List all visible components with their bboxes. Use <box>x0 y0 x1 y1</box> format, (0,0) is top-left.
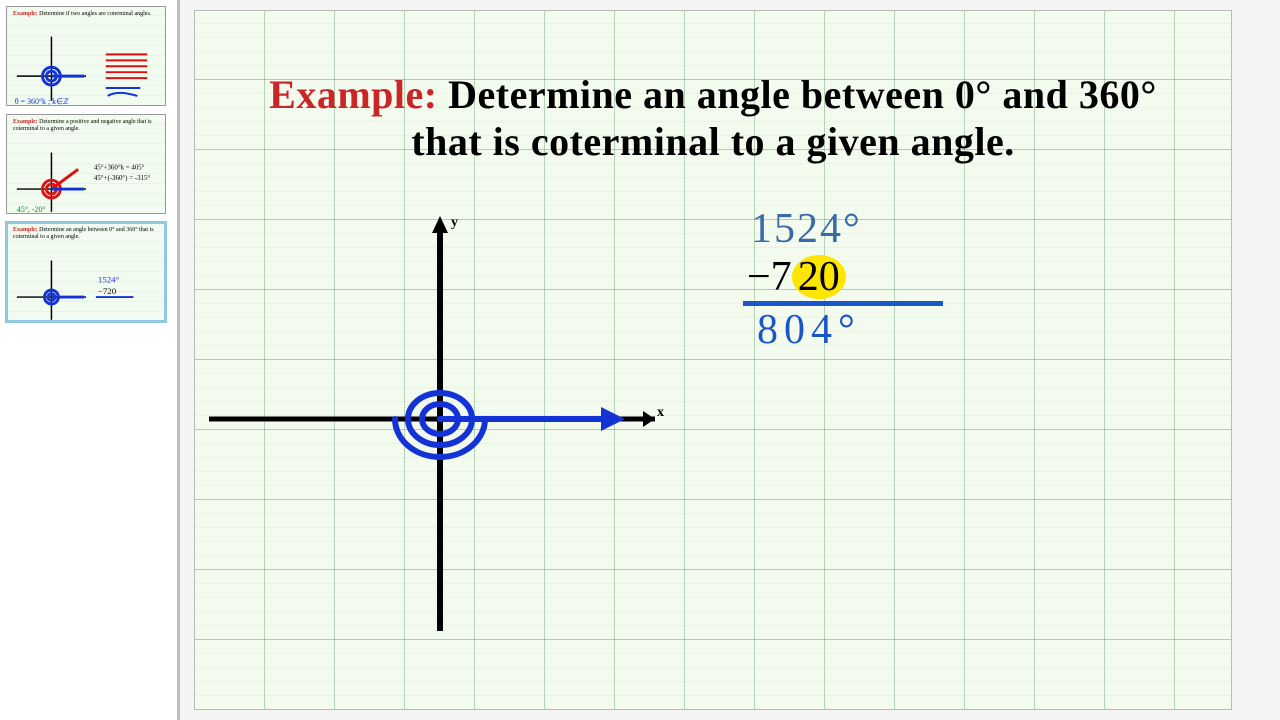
slide-thumbnail-2[interactable]: Example: Determine a positive and negati… <box>6 114 166 214</box>
thumbnail-preview-1: θ = 360°k ; k∈ℤ <box>7 7 165 106</box>
math-work: 1524° −720 804° <box>751 207 1051 352</box>
math-line-given-angle: 1524° <box>751 207 1051 251</box>
slide-thumbnail-3[interactable]: Example: Determine an angle between 0° a… <box>6 222 166 322</box>
app-root: Example: Determine if two angles are cot… <box>0 0 1280 720</box>
highlight-marker: 20 <box>792 255 846 299</box>
math-line-result: 804° <box>757 308 1051 352</box>
svg-text:1524°: 1524° <box>98 274 120 284</box>
x-axis-label: x <box>657 405 664 421</box>
svg-text:45°, -20°: 45°, -20° <box>17 205 46 214</box>
svg-text:−720: −720 <box>98 286 117 296</box>
thumbnail-preview-2: 45°+360°k = 405° 45°+(-360°) = -315° 45°… <box>7 115 165 214</box>
slide-thumbnail-panel: Example: Determine if two angles are cot… <box>0 0 180 720</box>
y-axis-label: y <box>451 215 458 231</box>
thumbnail-preview-3: 1524° −720 <box>7 223 165 322</box>
svg-text:θ = 360°k ; k∈ℤ: θ = 360°k ; k∈ℤ <box>15 97 69 106</box>
subtraction-rule-line <box>743 301 943 306</box>
math-line-subtract: −720 <box>747 255 1051 299</box>
current-slide[interactable]: Example: Determine an angle between 0° a… <box>194 10 1232 710</box>
slide-area: Example: Determine an angle between 0° a… <box>180 0 1280 720</box>
slide-thumbnail-1[interactable]: Example: Determine if two angles are cot… <box>6 6 166 106</box>
svg-text:45°+(-360°) = -315°: 45°+(-360°) = -315° <box>94 175 151 182</box>
svg-text:45°+360°k = 405°: 45°+360°k = 405° <box>94 164 145 171</box>
coordinate-axes <box>195 11 1232 710</box>
